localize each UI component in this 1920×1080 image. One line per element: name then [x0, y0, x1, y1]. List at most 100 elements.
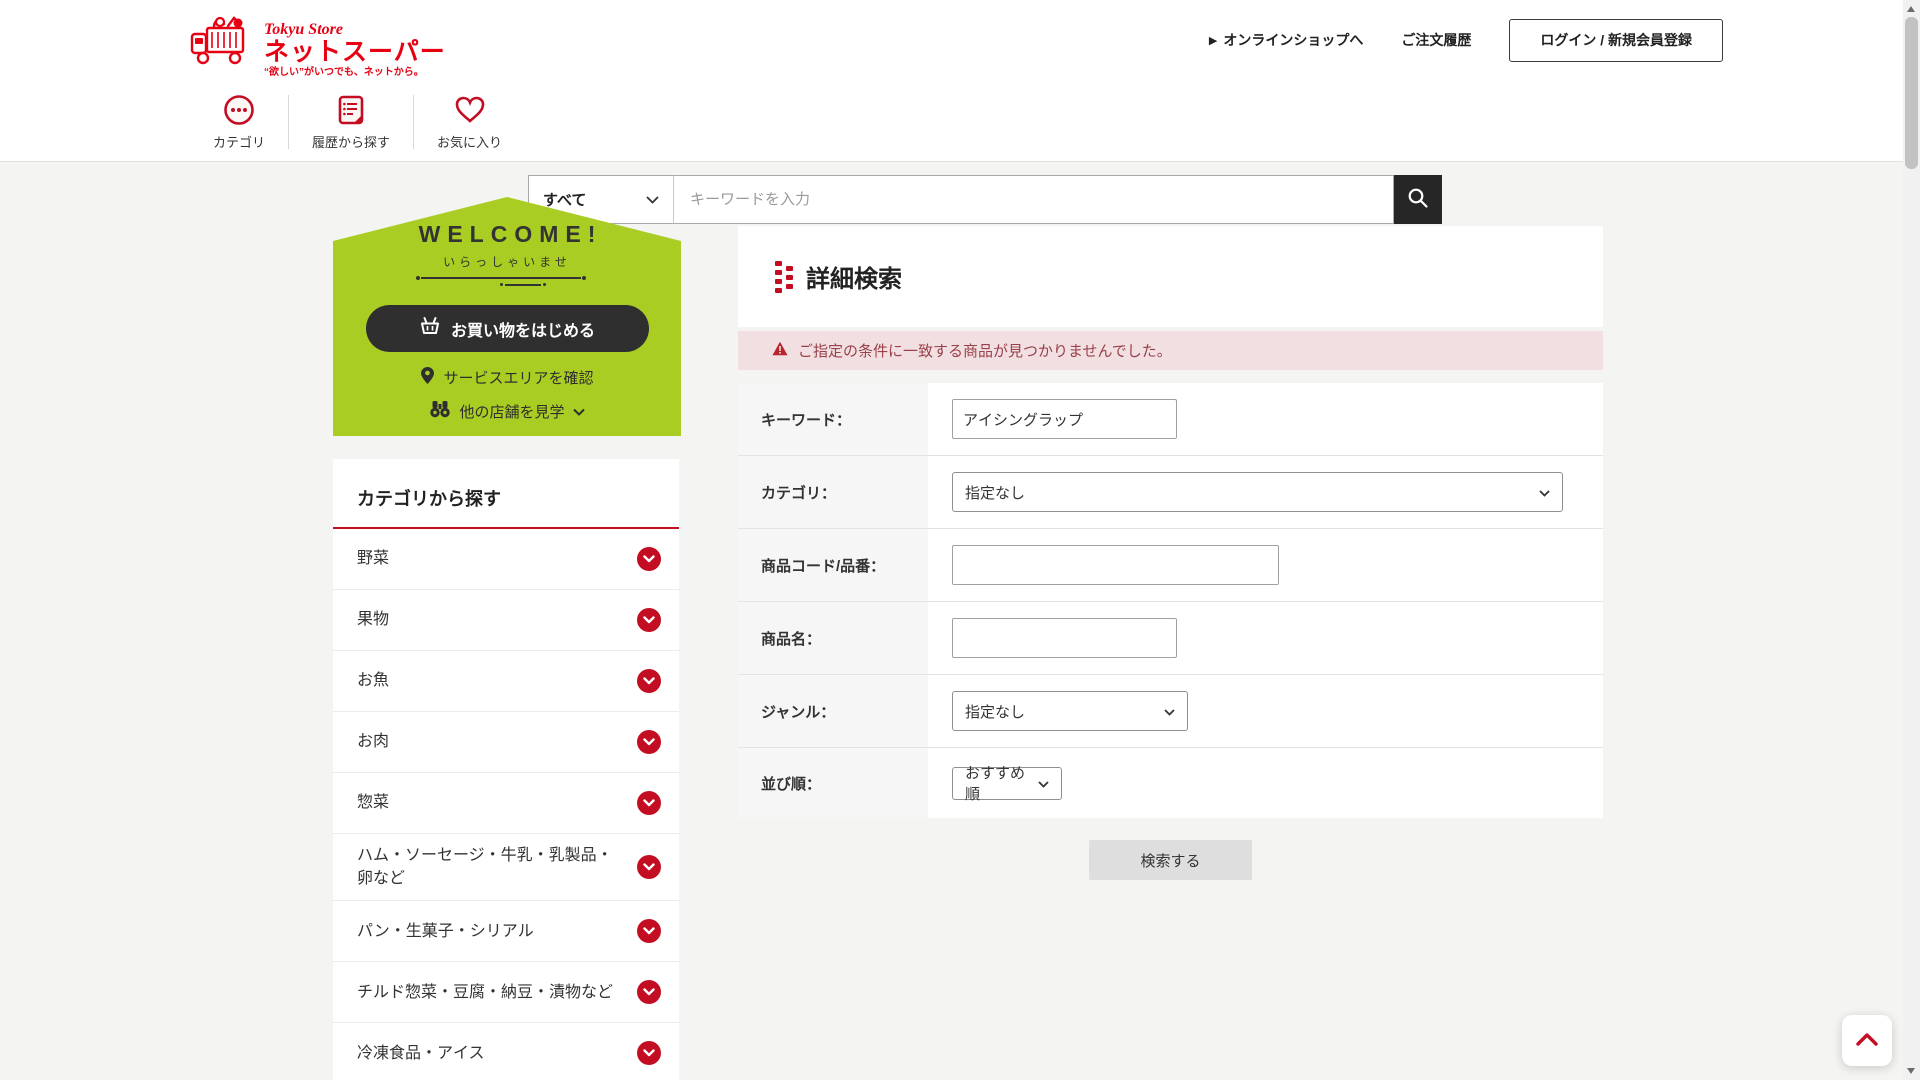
category-label: ハム・ソーセージ・牛乳・乳製品・卵など	[357, 847, 613, 888]
quick-link-favorites[interactable]: お気に入り	[414, 93, 525, 151]
category-label: 野菜	[357, 550, 390, 568]
welcome-panel: WELCOME! いらっしゃいませ お買い物をはじめる サービスエリアを確認 他…	[333, 197, 681, 436]
login-register-button[interactable]: ログイン / 新規会員登録	[1509, 18, 1723, 62]
back-to-top-button[interactable]	[1842, 1015, 1892, 1066]
start-shopping-button[interactable]: お買い物をはじめる	[365, 305, 649, 352]
category-list-item[interactable]: パン・生菓子・シリアル	[333, 901, 679, 963]
welcome-title: WELCOME!	[418, 221, 603, 247]
form-row-keyword: キーワード：	[738, 383, 1603, 456]
form-row-genre: ジャンル： 指定なし	[738, 675, 1603, 748]
product-name-field[interactable]	[952, 618, 1177, 658]
binoculars-icon	[429, 400, 451, 422]
chevron-up-icon	[1856, 1032, 1878, 1049]
field-label: 並び順：	[738, 748, 928, 818]
warning-triangle-icon	[772, 341, 788, 361]
form-row-category: カテゴリ： 指定なし	[738, 456, 1603, 529]
chevron-down-icon	[1539, 484, 1550, 501]
category-label: チルド惣菜・豆腐・納豆・漬物など	[357, 983, 614, 1001]
no-results-alert: ご指定の条件に一致する商品が見つかりませんでした。	[738, 331, 1603, 370]
search-form: キーワード： カテゴリ： 指定なし 商品コード/品番：	[738, 383, 1603, 818]
map-pin-icon	[420, 366, 435, 389]
field-label: カテゴリ：	[738, 456, 928, 528]
search-button[interactable]	[1394, 175, 1442, 224]
category-list-item[interactable]: 惣菜	[333, 773, 679, 834]
quick-link-history[interactable]: 履歴から探す	[289, 93, 413, 151]
quick-link-label: カテゴリ	[213, 135, 266, 150]
form-row-product-code: 商品コード/品番：	[738, 529, 1603, 602]
other-stores-link[interactable]: 他の店舗を見学	[429, 400, 585, 422]
quick-link-category[interactable]: カテゴリ	[190, 93, 288, 151]
ellipsis-circle-icon	[222, 93, 256, 127]
category-list: 野菜 果物 お魚 お肉 惣菜 ハム・ソーセージ・牛乳・乳製品・卵など パン・生菓…	[333, 529, 679, 1080]
category-label: パン・生菓子・シリアル	[357, 922, 534, 940]
online-shop-label: オンラインショップへ	[1223, 32, 1364, 48]
store-logo[interactable]: Tokyu Store ネットスーパー “欲しい”がいつでも、ネットから。	[190, 12, 446, 79]
chevron-down-icon	[1038, 775, 1049, 792]
category-label: お肉	[357, 733, 390, 751]
quick-link-label: 履歴から探す	[312, 135, 391, 150]
service-area-label: サービスエリアを確認	[443, 370, 594, 387]
top-header: Tokyu Store ネットスーパー “欲しい”がいつでも、ネットから。 ▶ …	[0, 0, 1920, 80]
detail-search-section: 詳細検索 ご指定の条件に一致する商品が見つかりませんでした。 キーワード： カテ…	[738, 226, 1603, 880]
order-history-label: ご注文履歴	[1401, 32, 1472, 48]
category-list-item[interactable]: お魚	[333, 651, 679, 712]
genre-select[interactable]: 指定なし	[952, 691, 1188, 731]
red-dots-icon	[775, 260, 793, 293]
sort-select[interactable]: おすすめ順	[952, 765, 1062, 803]
scrollbar-thumb[interactable]	[1905, 17, 1918, 169]
history-list-icon	[334, 93, 368, 127]
category-list-item[interactable]: ハム・ソーセージ・牛乳・乳製品・卵など	[333, 834, 679, 902]
form-row-product-name: 商品名：	[738, 602, 1603, 675]
category-list-item[interactable]: チルド惣菜・豆腐・納豆・漬物など	[333, 962, 679, 1024]
field-label: キーワード：	[738, 383, 928, 455]
truck-basket-icon	[190, 12, 256, 71]
category-list-item[interactable]: 冷凍食品・アイス	[333, 1023, 679, 1080]
category-select[interactable]: 指定なし	[952, 472, 1563, 512]
alert-message: ご指定の条件に一致する商品が見つかりませんでした。	[798, 343, 1172, 360]
decorative-underline	[416, 276, 597, 288]
heart-icon	[453, 93, 487, 127]
vertical-scrollbar[interactable]	[1903, 0, 1920, 1080]
chevron-down-icon	[646, 191, 659, 209]
magnifier-icon	[1406, 186, 1430, 213]
search-submit-button[interactable]: 検索する	[1089, 840, 1252, 880]
quick-link-label: お気に入り	[437, 135, 503, 150]
order-history-link[interactable]: ご注文履歴	[1401, 30, 1471, 50]
search-bar: すべて	[528, 175, 1442, 224]
chevron-down-circle-icon	[637, 669, 661, 693]
chevron-down-circle-icon	[637, 608, 661, 632]
other-stores-label: 他の店舗を見学	[459, 403, 565, 421]
category-sidebar: カテゴリから探す 野菜 果物 お魚 お肉 惣菜 ハム・ソーセージ・牛乳・乳製品・…	[333, 459, 679, 1080]
page-title: 詳細検索	[806, 266, 902, 293]
chevron-down-circle-icon	[637, 1041, 661, 1066]
chevron-down-circle-icon	[637, 980, 661, 1005]
keyword-field[interactable]	[952, 399, 1177, 439]
online-shop-link[interactable]: ▶ オンラインショップへ	[1209, 30, 1363, 50]
product-code-field[interactable]	[952, 545, 1279, 585]
chevron-down-circle-icon	[637, 547, 661, 571]
form-row-sort: 並び順： おすすめ順	[738, 748, 1603, 818]
category-list-item[interactable]: 果物	[333, 590, 679, 651]
category-label: お魚	[357, 672, 390, 690]
chevron-down-circle-icon	[637, 919, 661, 944]
category-sidebar-title: カテゴリから探す	[333, 459, 679, 529]
scroll-up-arrow[interactable]	[1907, 6, 1915, 12]
page: Tokyu Store ネットスーパー “欲しい”がいつでも、ネットから。 ▶ …	[0, 0, 1920, 1080]
triangle-right-icon: ▶	[1208, 34, 1218, 47]
category-label: 冷凍食品・アイス	[357, 1044, 485, 1062]
detail-search-header: 詳細検索	[738, 226, 1603, 327]
service-area-link[interactable]: サービスエリアを確認	[420, 366, 594, 389]
field-label: ジャンル：	[738, 675, 928, 747]
category-list-item[interactable]: 野菜	[333, 529, 679, 590]
scroll-down-arrow[interactable]	[1907, 1068, 1915, 1074]
field-label: 商品コード/品番：	[738, 529, 928, 601]
category-list-item[interactable]: お肉	[333, 712, 679, 773]
search-scope-value: すべて	[543, 192, 587, 209]
chevron-down-icon	[572, 403, 585, 420]
chevron-down-circle-icon	[637, 791, 661, 815]
logo-name-en: Tokyu Store	[264, 21, 343, 38]
shopping-basket-icon	[419, 316, 441, 341]
welcome-subtitle: いらっしゃいませ	[443, 255, 571, 269]
header-links: ▶ オンラインショップへ ご注文履歴 ログイン / 新規会員登録	[1209, 0, 1723, 80]
search-input[interactable]	[673, 175, 1394, 224]
